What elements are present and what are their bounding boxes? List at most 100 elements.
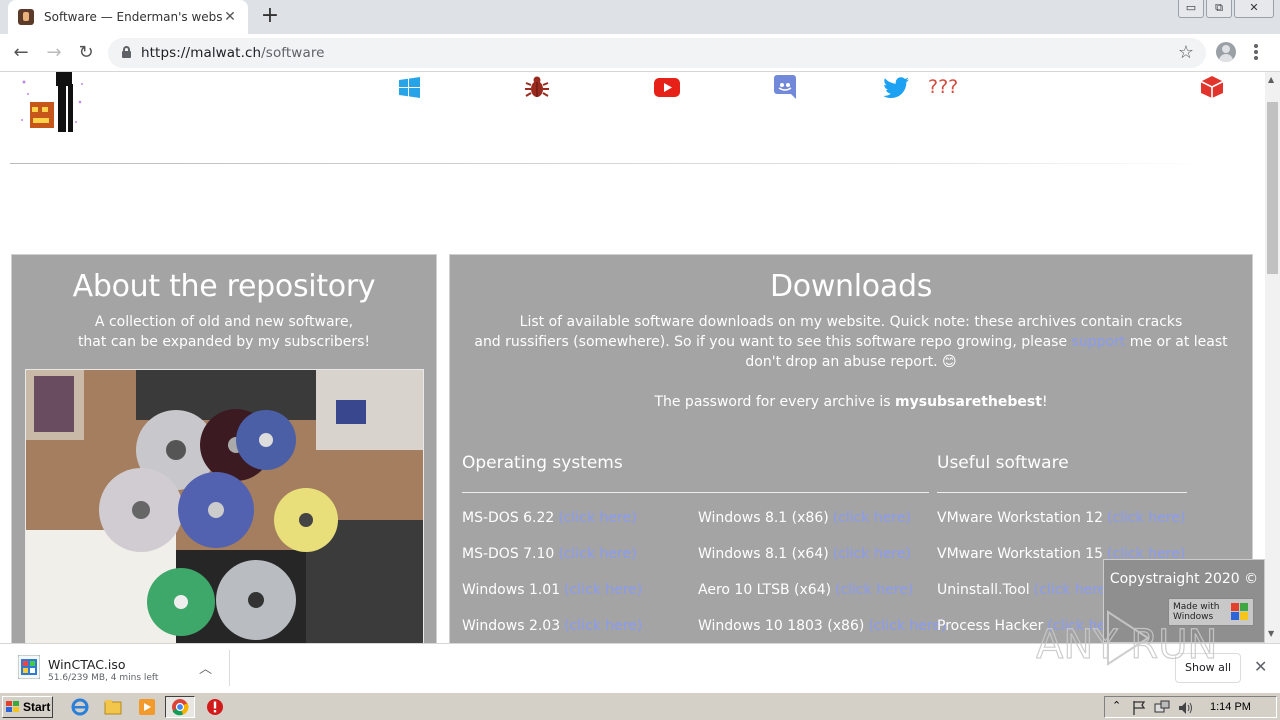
- download-link[interactable]: (click here): [558, 546, 636, 562]
- start-button[interactable]: Start: [2, 696, 53, 718]
- download-link[interactable]: (click here): [833, 510, 911, 526]
- stop-icon[interactable]: [206, 698, 224, 716]
- system-tray: ⌃ 1:14 PM: [1104, 696, 1277, 718]
- downloads-intro-3: don't drop an abuse report. 😊: [745, 354, 957, 370]
- downloads-title: Downloads: [769, 269, 933, 304]
- about-panel: About the repository A collection of old…: [11, 254, 437, 643]
- iso-file-icon[interactable]: [18, 655, 40, 679]
- download-item: Windows 2.03 (click here): [462, 618, 642, 634]
- volume-icon[interactable]: [1177, 699, 1195, 717]
- window-controls: ▭ ⧉ ✕: [1176, 0, 1274, 18]
- windows-flag-icon: [1231, 603, 1248, 620]
- shelf-divider: [229, 650, 230, 686]
- media-player-icon[interactable]: [138, 698, 156, 716]
- address-bar[interactable]: https://malwat.ch/software ☆: [108, 38, 1206, 68]
- download-link[interactable]: (click here): [564, 582, 642, 598]
- url-text[interactable]: https://malwat.ch/software: [141, 45, 325, 61]
- download-item-name: MS-DOS 7.10: [462, 546, 555, 562]
- page-viewport: ??? About the repository A collection of…: [0, 72, 1265, 643]
- download-file-name[interactable]: WinCTAC.iso: [48, 657, 126, 672]
- minimize-button[interactable]: ▭: [1178, 0, 1204, 18]
- download-link[interactable]: (click here): [564, 618, 642, 634]
- download-item: VMware Workstation 12 (click here): [937, 510, 1185, 526]
- site-logo[interactable]: [18, 72, 86, 134]
- password-line: The password for every archive is mysubs…: [450, 392, 1252, 412]
- download-item-name: Process Hacker: [937, 618, 1044, 634]
- start-label: Start: [23, 700, 51, 714]
- explorer-folder-icon[interactable]: [104, 698, 122, 716]
- new-tab-button[interactable]: +: [258, 5, 282, 29]
- password-suffix: !: [1041, 394, 1048, 410]
- download-item-name: VMware Workstation 12: [937, 510, 1104, 526]
- bookmark-star-icon[interactable]: ☆: [1178, 42, 1194, 63]
- tab-close-icon[interactable]: ✕: [222, 9, 238, 25]
- downloads-intro-2-text: and russifiers (somewhere). So if you wa…: [474, 334, 1072, 350]
- download-item-name: Aero 10 LTSB (x64): [698, 582, 832, 598]
- menu-icon[interactable]: [1253, 42, 1259, 62]
- download-item-name: Windows 10 1803 (x86): [698, 618, 865, 634]
- download-link[interactable]: (click here): [1034, 582, 1112, 598]
- windows-start-icon: [6, 701, 19, 712]
- forward-icon[interactable]: →: [42, 41, 66, 65]
- internet-explorer-icon[interactable]: [71, 698, 89, 716]
- copyright-box: Copystraight 2020 © Made with Windows: [1103, 559, 1265, 643]
- support-link[interactable]: support: [1072, 334, 1126, 350]
- network-icon[interactable]: [1153, 699, 1171, 717]
- chrome-icon: [172, 699, 189, 716]
- chevron-up-icon[interactable]: ︿: [199, 658, 212, 677]
- lock-icon[interactable]: [122, 46, 131, 58]
- box-icon[interactable]: [1200, 76, 1224, 98]
- about-line-2: that can be expanded by my subscribers!: [77, 334, 371, 350]
- download-item: MS-DOS 7.10 (click here): [462, 546, 637, 562]
- reload-icon[interactable]: ↻: [74, 41, 98, 65]
- download-link[interactable]: (click here): [835, 582, 913, 598]
- youtube-icon[interactable]: [654, 76, 680, 98]
- download-item: Windows 10 1803 (x86) (click here): [698, 618, 947, 634]
- browser-tab[interactable]: Software — Enderman's website ✕: [8, 0, 248, 34]
- download-item: MS-DOS 6.22 (click here): [462, 510, 637, 526]
- twitter-icon[interactable]: [884, 76, 909, 98]
- site-favicon-icon: [18, 9, 34, 25]
- windows-icon[interactable]: [399, 76, 420, 98]
- flag-icon[interactable]: [1131, 699, 1149, 717]
- about-line-1: A collection of old and new software,: [94, 314, 354, 330]
- downloads-intro-2: and russifiers (somewhere). So if you wa…: [450, 332, 1252, 352]
- back-icon[interactable]: ←: [9, 41, 33, 65]
- download-item: Windows 8.1 (x86) (click here): [698, 510, 911, 526]
- mystery-link[interactable]: ???: [928, 76, 958, 98]
- mystery-link-text[interactable]: ???: [928, 76, 958, 98]
- download-item-name: MS-DOS 6.22: [462, 510, 555, 526]
- browser-toolbar: ← → ↻ https://malwat.ch/software ☆: [0, 34, 1280, 72]
- copyright-text: Copystraight 2020 ©: [1109, 571, 1259, 587]
- os-heading: Operating systems: [462, 453, 623, 473]
- download-item-name: Uninstall.Tool: [937, 582, 1030, 598]
- download-item-name: Windows 1.01: [462, 582, 561, 598]
- show-all-button[interactable]: Show all: [1175, 653, 1241, 683]
- discord-icon[interactable]: [774, 75, 796, 99]
- bug-icon[interactable]: [525, 76, 549, 98]
- download-link[interactable]: (click here): [1107, 510, 1185, 526]
- download-link[interactable]: (click here): [868, 618, 946, 634]
- download-item: Uninstall.Tool (click here): [937, 582, 1112, 598]
- download-item: Windows 1.01 (click here): [462, 582, 642, 598]
- download-item-name: Windows 2.03: [462, 618, 561, 634]
- scroll-down-icon[interactable]: ▼: [1268, 629, 1274, 638]
- tray-expand-icon[interactable]: ⌃: [1112, 699, 1121, 712]
- downloads-intro-1: List of available software downloads on …: [519, 314, 1183, 330]
- chrome-taskbar-button[interactable]: [165, 696, 195, 718]
- made-with-windows-badge[interactable]: Made with Windows: [1168, 598, 1254, 626]
- scroll-up-icon[interactable]: ▲: [1268, 75, 1274, 84]
- tab-title: Software — Enderman's website: [44, 10, 222, 24]
- scroll-thumb[interactable]: [1267, 102, 1278, 274]
- download-link[interactable]: (click here): [833, 546, 911, 562]
- page-scrollbar[interactable]: ▲ ▼: [1265, 72, 1280, 643]
- restore-button[interactable]: ⧉: [1206, 0, 1232, 18]
- close-shelf-icon[interactable]: ✕: [1254, 657, 1267, 676]
- download-shelf: WinCTAC.iso 51.6/239 MB, 4 mins left ︿ S…: [0, 643, 1280, 692]
- os-heading-rule: [462, 492, 929, 493]
- archive-password: mysubsarethebest: [895, 394, 1042, 410]
- profile-icon[interactable]: [1216, 42, 1236, 62]
- download-link[interactable]: (click here): [558, 510, 636, 526]
- about-title: About the repository: [72, 269, 376, 304]
- close-window-button[interactable]: ✕: [1234, 0, 1274, 18]
